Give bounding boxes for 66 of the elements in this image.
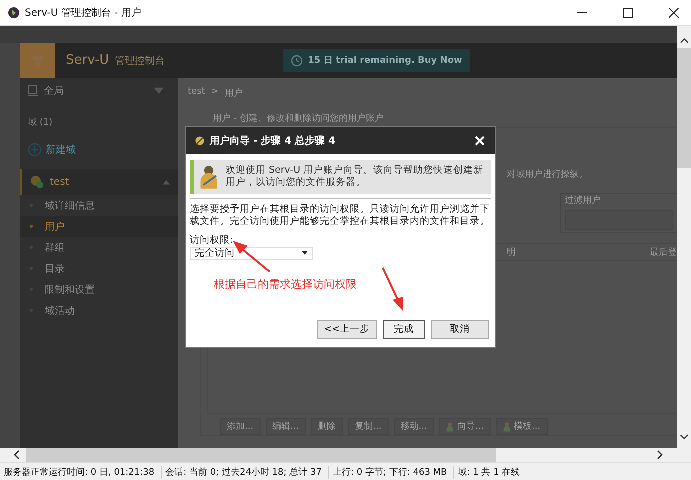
caret-icon <box>163 180 170 184</box>
scope-selector[interactable]: 全局 <box>20 78 178 104</box>
note-text: 对域用户进行操纵。 <box>507 168 589 181</box>
annotation-text: 根据自己的需求选择访问权限 <box>214 277 357 292</box>
dialog-button[interactable]: <<上一步 <box>317 320 377 339</box>
action-button[interactable]: 删除 <box>311 418 344 435</box>
field-label: 访问权限: <box>190 234 234 247</box>
app-logo-icon <box>8 6 20 18</box>
description-text: 选择要授予用户在其根目录的访问权限。只读访问允许用户浏览并下载文件。完全访问使用户能够完全掌控在其根目录内的文件和目录。 <box>190 204 491 228</box>
domain-item[interactable]: test <box>20 169 178 195</box>
brand-name: Serv-U <box>66 53 110 68</box>
action-button[interactable]: 向导... <box>439 418 491 435</box>
server-icon <box>28 85 38 97</box>
access-dropdown[interactable]: 完全访问 <box>190 246 313 260</box>
sidebar-item[interactable]: 限制和设置 <box>20 279 178 300</box>
filter-label: 过滤用户 <box>565 196 602 207</box>
action-button[interactable]: 模板... <box>496 418 548 435</box>
horizontal-scrollbar[interactable] <box>0 448 691 462</box>
annotation-arrow <box>233 241 271 273</box>
sidebar-item[interactable]: 群组 <box>20 237 178 258</box>
scroll-left-icon[interactable] <box>14 450 20 460</box>
scroll-down-icon[interactable] <box>680 434 688 440</box>
caret-icon <box>154 85 164 97</box>
window-title: Serv-U 管理控制台 - 用户 <box>25 6 142 20</box>
clock-icon <box>291 54 304 66</box>
breadcrumb-separator: > <box>211 87 219 99</box>
breadcrumb-item[interactable]: test <box>188 87 206 100</box>
person-icon <box>446 422 454 432</box>
dialog-button[interactable]: 完成 <box>383 320 425 339</box>
sidebar-item[interactable]: 域详细信息 <box>20 195 178 216</box>
trial-button[interactable]: 15 日 trial remaining. Buy Now <box>283 49 470 72</box>
plus-circle-icon <box>28 143 42 157</box>
sidebar-item[interactable]: 域活动 <box>20 300 178 321</box>
globe-icon <box>30 175 44 189</box>
sidebar-item[interactable]: 目录 <box>20 258 178 279</box>
wizard-icon <box>194 134 206 146</box>
status-text: 域: 1 共 1 在线 <box>457 466 522 478</box>
trial-text: 15 日 trial remaining. Buy Now <box>308 55 462 67</box>
new-domain-link[interactable]: 新建域 <box>20 137 178 163</box>
column-header[interactable]: 明 <box>507 246 516 258</box>
page-heading: 用户 - 创建、修改和删除访问您的用户账户 <box>212 112 385 126</box>
status-text: 上行: 0 字节; 下行: 463 MB <box>328 466 454 478</box>
action-button[interactable]: 编辑... <box>266 418 306 435</box>
breadcrumb-item: 用户 <box>224 88 243 100</box>
intro-text: 欢迎使用 Serv-U 用户账户向导。该向导帮助您快速创建新用户，以访问您的文件服务器。 <box>226 165 485 189</box>
section-label: 域 (1) <box>27 116 54 130</box>
action-button[interactable]: 复制... <box>348 418 389 435</box>
scroll-right-icon[interactable] <box>657 450 663 460</box>
action-button[interactable]: 添加... <box>220 418 261 435</box>
dialog-button[interactable]: 取消 <box>431 320 489 339</box>
action-button[interactable]: 移动... <box>394 418 434 435</box>
brand-subtitle: 管理控制台 <box>115 54 166 68</box>
vertical-scrollbar[interactable] <box>677 26 691 448</box>
logo-icon <box>20 43 55 78</box>
caret-icon <box>302 251 308 256</box>
close-icon[interactable] <box>669 8 679 18</box>
sidebar-item[interactable]: 用户 <box>20 216 178 237</box>
status-text: 服务器正常运行时间: 0 日, 01:21:38 <box>0 466 162 478</box>
scroll-up-icon[interactable] <box>680 38 688 44</box>
maximize-icon[interactable] <box>623 8 633 18</box>
person-icon <box>502 422 511 432</box>
user-wizard-icon <box>198 163 220 191</box>
dialog-title: 用户向导 - 步骤 4 总步骤 4 <box>210 134 336 148</box>
column-header[interactable]: 最后登 <box>650 246 677 258</box>
status-text: 会话: 当前 0; 过去24小时 18; 总计 37 <box>162 466 329 478</box>
annotation-arrow <box>382 268 403 311</box>
